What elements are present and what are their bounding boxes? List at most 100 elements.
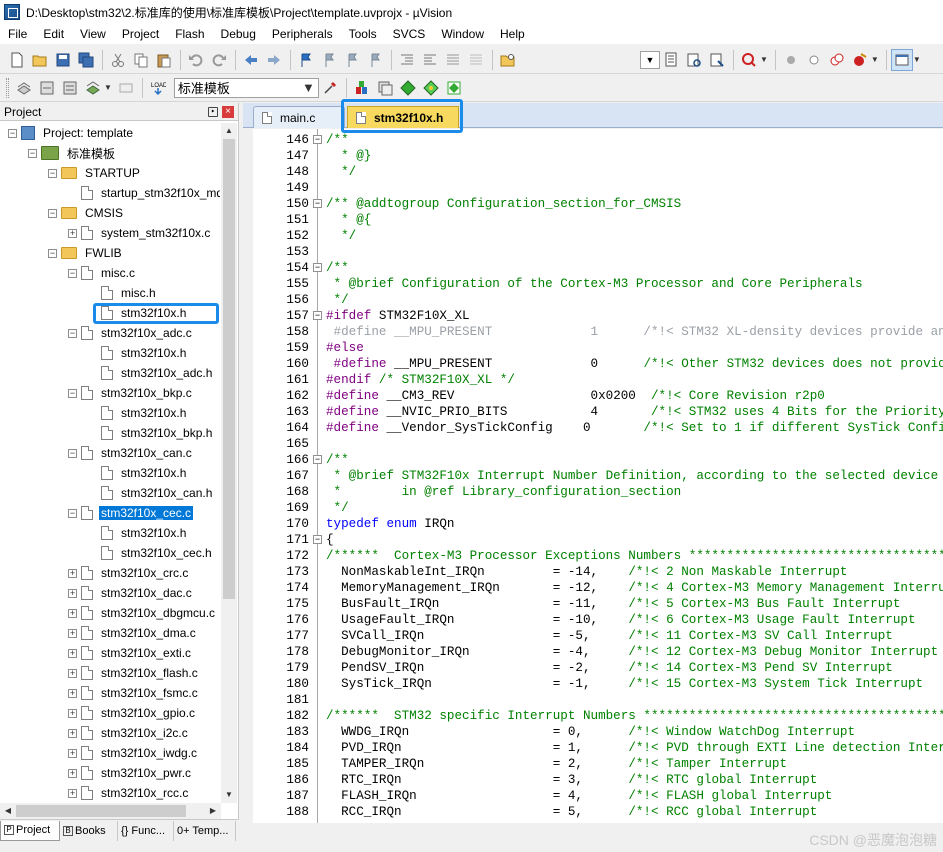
panel-tab-2[interactable]: {} Func... bbox=[118, 820, 174, 841]
tree-item[interactable]: + stm32f10x_dac.c bbox=[68, 583, 194, 603]
tree-horizontal-scrollbar[interactable]: ◀ ▶ bbox=[0, 803, 221, 819]
tree-item[interactable]: + stm32f10x_iwdg.c bbox=[68, 743, 199, 763]
tree-item[interactable]: + stm32f10x_rcc.c bbox=[68, 783, 190, 803]
download-load-icon[interactable]: LOAD bbox=[147, 77, 169, 99]
cut-icon[interactable] bbox=[107, 49, 129, 71]
tree-item[interactable]: + stm32f10x_crc.c bbox=[68, 563, 190, 583]
menu-edit[interactable]: Edit bbox=[35, 24, 72, 44]
collapse-icon[interactable]: − bbox=[68, 508, 77, 518]
fold-toggle-icon[interactable]: − bbox=[313, 311, 322, 320]
scroll-right-icon[interactable]: ▶ bbox=[205, 803, 221, 819]
tree-item[interactable]: stm32f10x.h bbox=[88, 523, 188, 543]
menu-svcs[interactable]: SVCS bbox=[385, 24, 434, 44]
tree-item[interactable]: + stm32f10x_exti.c bbox=[68, 643, 193, 663]
event-recorder-icon[interactable] bbox=[443, 77, 465, 99]
tree-item[interactable]: stm32f10x_adc.h bbox=[88, 363, 214, 383]
collapse-icon[interactable]: − bbox=[8, 128, 17, 138]
insert-breakpoint-icon[interactable] bbox=[780, 49, 802, 71]
find-icon[interactable] bbox=[660, 49, 682, 71]
expand-icon[interactable]: + bbox=[68, 728, 77, 738]
tree-item[interactable]: − misc.c bbox=[68, 263, 137, 283]
next-bookmark-icon[interactable] bbox=[341, 49, 363, 71]
save-all-icon[interactable] bbox=[75, 49, 97, 71]
tree-item[interactable]: + system_stm32f10x.c bbox=[68, 223, 212, 243]
collapse-icon[interactable]: − bbox=[48, 208, 57, 218]
scroll-left-icon[interactable]: ◀ bbox=[0, 803, 16, 819]
options-for-target-icon[interactable] bbox=[319, 77, 341, 99]
menu-peripherals[interactable]: Peripherals bbox=[264, 24, 341, 44]
scroll-thumb[interactable] bbox=[223, 139, 235, 599]
menu-window[interactable]: Window bbox=[433, 24, 492, 44]
scroll-down-icon[interactable]: ▼ bbox=[221, 787, 237, 803]
expand-icon[interactable]: + bbox=[68, 708, 77, 718]
expand-icon[interactable]: + bbox=[68, 688, 77, 698]
expand-icon[interactable]: + bbox=[68, 648, 77, 658]
expand-icon[interactable]: + bbox=[68, 588, 77, 598]
target-select[interactable]: 标准模板 ▼ bbox=[173, 77, 319, 98]
build-dropdown-arrow[interactable]: ▼ bbox=[104, 83, 112, 92]
indent-icon[interactable] bbox=[396, 49, 418, 71]
tree-item[interactable]: stm32f10x.h bbox=[88, 303, 188, 323]
fold-toggle-icon[interactable]: − bbox=[313, 199, 322, 208]
collapse-icon[interactable]: − bbox=[68, 268, 77, 278]
close-icon[interactable]: × bbox=[222, 105, 234, 118]
pin-icon[interactable]: ‣ bbox=[208, 106, 218, 117]
tree-item[interactable]: stm32f10x_cec.h bbox=[88, 543, 214, 563]
window-layout-icon[interactable] bbox=[890, 48, 913, 71]
expand-icon[interactable]: + bbox=[68, 668, 77, 678]
save-icon[interactable] bbox=[52, 49, 74, 71]
navigate-back-icon[interactable] bbox=[240, 49, 262, 71]
tree-item[interactable]: startup_stm32f10x_md.s bbox=[68, 183, 220, 203]
find-in-files-icon[interactable] bbox=[497, 49, 519, 71]
scroll-thumb[interactable] bbox=[16, 805, 186, 817]
scroll-up-icon[interactable]: ▲ bbox=[221, 123, 237, 139]
tree-item[interactable]: − stm32f10x_bkp.c bbox=[68, 383, 194, 403]
tree-item[interactable]: − Project: template bbox=[8, 123, 135, 143]
menu-help[interactable]: Help bbox=[492, 24, 533, 44]
tree-item[interactable]: + stm32f10x_gpio.c bbox=[68, 703, 197, 723]
tree-item[interactable]: − STARTUP bbox=[48, 163, 142, 183]
expand-icon[interactable]: + bbox=[68, 228, 77, 238]
expand-icon[interactable]: + bbox=[68, 788, 77, 798]
collapse-icon[interactable]: − bbox=[48, 168, 57, 178]
kill-breakpoints-icon[interactable] bbox=[849, 49, 871, 71]
collapse-icon[interactable]: − bbox=[48, 248, 57, 258]
manage-components-icon[interactable] bbox=[351, 77, 373, 99]
tree-item[interactable]: + stm32f10x_fsmc.c bbox=[68, 683, 200, 703]
expand-icon[interactable]: + bbox=[68, 768, 77, 778]
tree-item[interactable]: + stm32f10x_i2c.c bbox=[68, 723, 190, 743]
breakpoint-dropdown-arrow[interactable]: ▼ bbox=[871, 55, 879, 64]
tree-item[interactable]: stm32f10x.h bbox=[88, 403, 188, 423]
tab-main-c[interactable]: main.c bbox=[253, 106, 345, 128]
replace-icon[interactable] bbox=[706, 49, 728, 71]
panel-tab-1[interactable]: B Books bbox=[60, 820, 118, 841]
incremental-find-icon[interactable] bbox=[683, 49, 705, 71]
menu-file[interactable]: File bbox=[0, 24, 35, 44]
pack-installer-icon[interactable] bbox=[397, 77, 419, 99]
menu-view[interactable]: View bbox=[72, 24, 114, 44]
tree-item[interactable]: + stm32f10x_dbgmcu.c bbox=[68, 603, 217, 623]
tree-vertical-scrollbar[interactable]: ▲ ▼ bbox=[221, 123, 237, 803]
prev-bookmark-icon[interactable] bbox=[318, 49, 340, 71]
tab-stm32f10x-h[interactable]: stm32f10x.h bbox=[347, 106, 459, 128]
layout-dropdown-arrow[interactable]: ▼ bbox=[913, 55, 921, 64]
menu-project[interactable]: Project bbox=[114, 24, 167, 44]
uncomment-icon[interactable] bbox=[465, 49, 487, 71]
panel-tab-3[interactable]: 0+ Temp... bbox=[174, 820, 236, 841]
tree-item[interactable]: stm32f10x_can.h bbox=[88, 483, 214, 503]
paste-icon[interactable] bbox=[153, 49, 175, 71]
fold-toggle-icon[interactable]: − bbox=[313, 263, 322, 272]
batch-build-icon[interactable] bbox=[82, 77, 104, 99]
bookmark-icon[interactable] bbox=[295, 49, 317, 71]
debug-session-icon[interactable] bbox=[738, 49, 760, 71]
tree-item[interactable]: − 标准模板 bbox=[28, 143, 117, 163]
collapse-icon[interactable]: − bbox=[28, 148, 37, 158]
tree-item[interactable]: stm32f10x.h bbox=[88, 463, 188, 483]
toolbar-grip[interactable] bbox=[6, 77, 9, 98]
fold-toggle-icon[interactable]: − bbox=[313, 135, 322, 144]
enable-breakpoint-icon[interactable] bbox=[803, 49, 825, 71]
tree-item[interactable]: + stm32f10x_pwr.c bbox=[68, 763, 193, 783]
code-editor[interactable]: 146−/** 147 * @} 148 */149 150−/** @addtogr… bbox=[243, 129, 943, 823]
collapse-icon[interactable]: − bbox=[68, 448, 77, 458]
expand-icon[interactable]: + bbox=[68, 748, 77, 758]
